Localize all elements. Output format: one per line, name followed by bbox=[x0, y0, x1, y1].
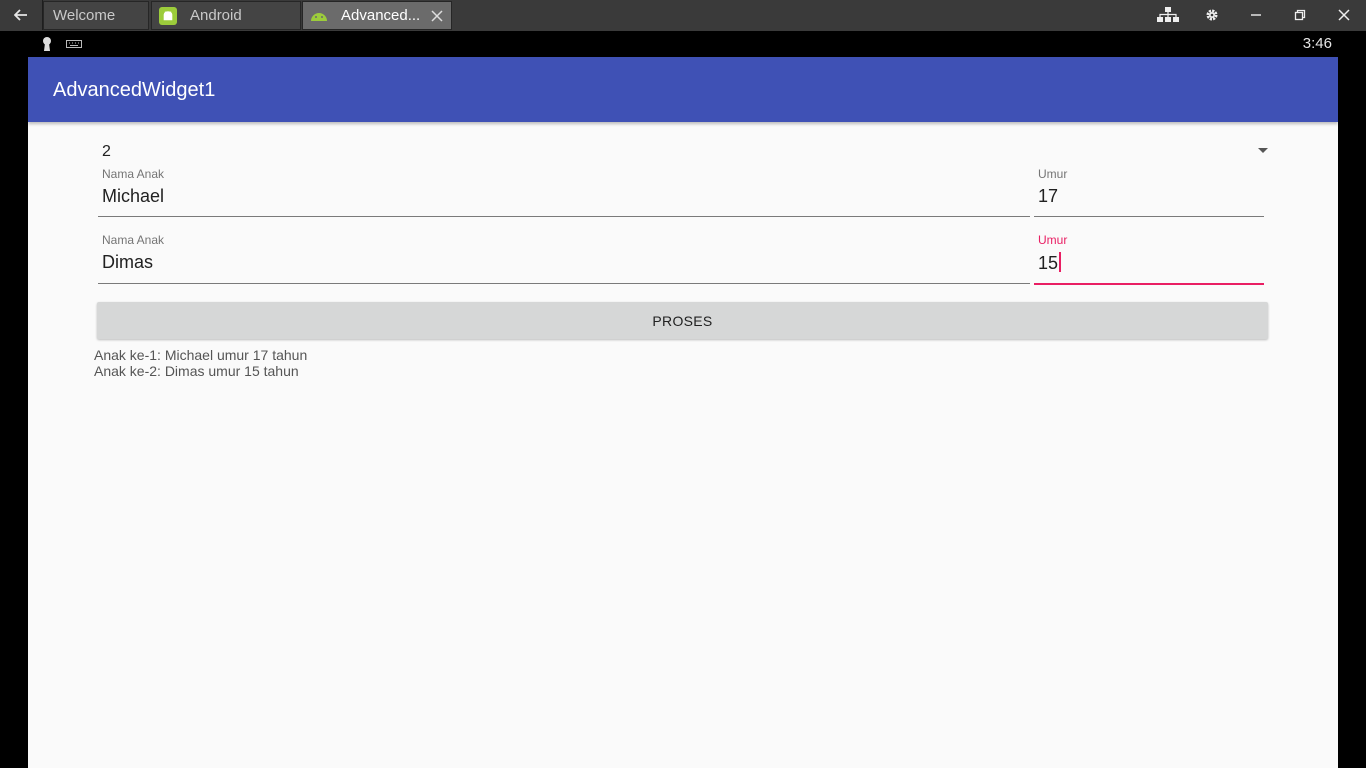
app-bar: AdvancedWidget1 bbox=[28, 57, 1338, 122]
keyhole-icon bbox=[43, 37, 51, 51]
tab-android-label: Android bbox=[190, 7, 242, 24]
window-controls bbox=[1146, 0, 1366, 30]
app-window: AdvancedWidget1 2 Nama Anak Michael Umur… bbox=[28, 57, 1338, 768]
back-button[interactable] bbox=[0, 0, 43, 30]
settings-button[interactable] bbox=[1190, 0, 1234, 30]
app-title: AdvancedWidget1 bbox=[53, 79, 216, 101]
status-clock: 3:46 bbox=[1302, 35, 1332, 52]
hierarchy-icon bbox=[1157, 7, 1179, 22]
restore-button[interactable] bbox=[1278, 0, 1322, 30]
child-1-age-input[interactable]: 17 bbox=[1038, 186, 1058, 207]
child-2-name-label: Nama Anak bbox=[102, 233, 165, 247]
close-tab-icon[interactable] bbox=[428, 7, 446, 25]
spinner-value: 2 bbox=[102, 143, 111, 160]
dropdown-arrow-icon bbox=[1258, 148, 1268, 153]
child-count-spinner[interactable]: 2 bbox=[98, 141, 1268, 163]
android-status-bar: 3:46 bbox=[0, 31, 1366, 57]
close-icon bbox=[1338, 9, 1350, 21]
multi-instance-button[interactable] bbox=[1146, 0, 1190, 30]
android-icon bbox=[159, 6, 177, 25]
tab-welcome[interactable]: Welcome bbox=[43, 1, 149, 30]
minimize-icon bbox=[1251, 14, 1261, 16]
text-cursor bbox=[1059, 252, 1062, 272]
field-underline bbox=[1034, 216, 1264, 217]
child-1-name-field[interactable]: Nama Anak Michael bbox=[98, 167, 1030, 217]
child-2-age-value: 15 bbox=[1038, 253, 1059, 273]
child-2-name-input[interactable]: Dimas bbox=[102, 252, 153, 273]
minimize-button[interactable] bbox=[1234, 0, 1278, 30]
result-line: Anak ke-2: Dimas umur 15 tahun bbox=[94, 363, 299, 379]
back-arrow-icon bbox=[14, 9, 27, 21]
close-window-button[interactable] bbox=[1322, 0, 1366, 30]
tab-android[interactable]: Android bbox=[151, 1, 301, 30]
tab-welcome-label: Welcome bbox=[53, 7, 116, 24]
tab-advanced[interactable]: Advanced... bbox=[302, 1, 452, 30]
field-underline bbox=[98, 216, 1030, 217]
android-head-icon bbox=[310, 7, 328, 25]
child-1-name-input[interactable]: Michael bbox=[102, 186, 164, 207]
child-2-age-label: Umur bbox=[1038, 233, 1068, 247]
child-2-name-field[interactable]: Nama Anak Dimas bbox=[98, 233, 1030, 284]
child-1-age-field[interactable]: Umur 17 bbox=[1034, 167, 1264, 217]
gear-icon bbox=[1206, 9, 1218, 21]
child-1-age-label: Umur bbox=[1038, 167, 1068, 181]
keyboard-icon bbox=[66, 40, 82, 48]
child-2-age-input[interactable]: 15 bbox=[1038, 252, 1062, 274]
result-text: Anak ke-1: Michael umur 17 tahun Anak ke… bbox=[94, 347, 307, 379]
proses-button[interactable]: PROSES bbox=[97, 302, 1268, 339]
field-underline-focused bbox=[1034, 283, 1264, 285]
result-line: Anak ke-1: Michael umur 17 tahun bbox=[94, 347, 308, 363]
restore-icon bbox=[1294, 9, 1306, 21]
window-tab-bar: Welcome Android Advanced... bbox=[0, 0, 1366, 32]
tab-advanced-label: Advanced... bbox=[341, 7, 421, 24]
child-2-age-field[interactable]: Umur 15 bbox=[1034, 233, 1264, 285]
field-underline bbox=[98, 283, 1030, 284]
child-1-name-label: Nama Anak bbox=[102, 167, 165, 181]
